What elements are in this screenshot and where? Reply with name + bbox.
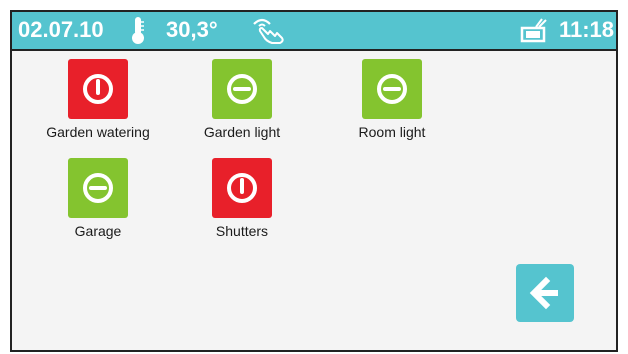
time-display: 11:18	[558, 17, 614, 42]
thermometer-icon	[132, 17, 144, 44]
device-label: Room light	[358, 124, 426, 140]
room-light-toggle-button[interactable]	[362, 59, 422, 119]
hand-icon[interactable]	[250, 15, 290, 45]
garden-light-toggle-button[interactable]	[212, 59, 272, 119]
arrow-left-icon	[529, 276, 558, 310]
garage-toggle-button[interactable]	[68, 158, 128, 218]
device-tile-garden-watering: Garden watering	[28, 59, 168, 159]
minus-icon	[227, 74, 257, 104]
status-bar: 02.07.10 30,3° 11:18	[12, 12, 616, 51]
device-tile-garage: Garage	[28, 158, 168, 258]
garden-watering-toggle-button[interactable]	[68, 59, 128, 119]
device-tile-garden-light: Garden light	[172, 59, 312, 159]
device-label: Garden watering	[46, 124, 150, 140]
power-icon	[227, 173, 257, 203]
shutters-toggle-button[interactable]	[212, 158, 272, 218]
screen: 02.07.10 30,3° 11:18 Garden watering Gar…	[10, 10, 618, 352]
device-tile-room-light: Room light	[322, 59, 462, 159]
minus-icon	[377, 74, 407, 104]
device-label: Shutters	[215, 223, 269, 239]
minus-icon	[83, 173, 113, 203]
temperature-display: 30,3°	[166, 17, 218, 42]
tray-icon[interactable]	[520, 17, 550, 43]
device-label: Garage	[74, 223, 122, 239]
back-button[interactable]	[516, 264, 574, 322]
device-label: Garden light	[203, 124, 281, 140]
power-icon	[83, 74, 113, 104]
device-tile-shutters: Shutters	[172, 158, 312, 258]
date-display: 02.07.10	[18, 17, 104, 42]
